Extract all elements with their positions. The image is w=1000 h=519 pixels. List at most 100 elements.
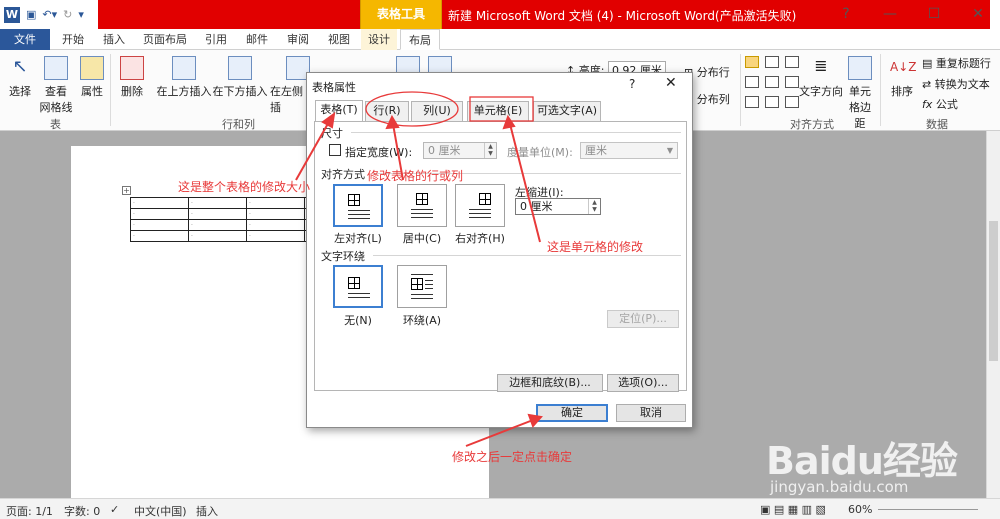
- insert-above-button[interactable]: 在上方插入: [156, 56, 212, 99]
- dialog-help-button[interactable]: ?: [629, 77, 635, 91]
- measure-unit-select[interactable]: 厘米 ▼: [580, 142, 678, 159]
- chevron-down-icon[interactable]: ▼: [663, 143, 677, 158]
- positioning-button[interactable]: 定位(P)...: [607, 310, 679, 328]
- text-direction-button[interactable]: ≣ 文字方向: [798, 56, 844, 99]
- sort-button[interactable]: A↓Z 排序: [886, 56, 918, 99]
- customize-qat-icon[interactable]: ▾: [78, 8, 84, 21]
- cell-margins-button[interactable]: 单元 格边距: [844, 56, 876, 131]
- align-bottom-center-button[interactable]: [765, 96, 779, 108]
- indent-value: 0 厘米: [520, 200, 553, 213]
- table-cell[interactable]: .: [246, 219, 305, 231]
- group-separator: [110, 54, 111, 126]
- align-middle-right-button[interactable]: [785, 76, 799, 88]
- dialog-close-button[interactable]: ✕: [665, 75, 677, 91]
- align-bottom-left-button[interactable]: [745, 96, 759, 108]
- indent-input[interactable]: 0 厘米 ▲ ▼: [515, 198, 601, 215]
- gridlines-label-1: 查看: [45, 85, 67, 98]
- table-cell[interactable]: .: [130, 197, 189, 209]
- table-cell[interactable]: .: [246, 230, 305, 242]
- align-left-option[interactable]: [333, 184, 383, 227]
- proofing-icon[interactable]: ✓: [110, 503, 119, 516]
- vertical-scrollbar[interactable]: [986, 131, 1000, 498]
- align-center-label: 居中(C): [402, 232, 442, 245]
- cancel-button[interactable]: 取消: [616, 404, 686, 422]
- help-button[interactable]: ?: [824, 0, 868, 29]
- table-cell[interactable]: .: [130, 230, 189, 242]
- spin-arrows-icon[interactable]: ▲ ▼: [588, 199, 600, 214]
- view-buttons[interactable]: ▣ ▤ ▦ ▥ ▧: [760, 503, 826, 516]
- group-label-alignment: 对齐方式: [790, 118, 834, 131]
- insert-mode[interactable]: 插入: [196, 503, 218, 519]
- tab-view[interactable]: 视图: [321, 29, 357, 50]
- repeat-header-button[interactable]: ▤ 重复标题行: [922, 55, 991, 71]
- options-button[interactable]: 选项(O)...: [607, 374, 679, 392]
- save-icon[interactable]: ▣: [26, 8, 36, 21]
- wrap-around-option[interactable]: [397, 265, 447, 308]
- tab-row[interactable]: 行(R): [365, 101, 409, 121]
- tab-home[interactable]: 开始: [55, 29, 91, 50]
- table-cell[interactable]: .: [188, 197, 247, 209]
- align-center-option[interactable]: [397, 184, 447, 227]
- width-input[interactable]: 0 厘米 ▲ ▼: [423, 142, 497, 159]
- insert-below-label: 在下方插入: [212, 85, 268, 98]
- select-button[interactable]: ↖ 选择: [4, 56, 36, 99]
- close-button[interactable]: ✕: [956, 0, 1000, 29]
- language[interactable]: 中文(中国): [134, 503, 187, 519]
- align-right-label: 右对齐(H): [455, 232, 505, 245]
- tab-layout[interactable]: 布局: [400, 29, 440, 50]
- delete-button[interactable]: 删除: [116, 56, 148, 99]
- page-count[interactable]: 页面: 1/1: [6, 503, 53, 519]
- tab-review[interactable]: 审阅: [280, 29, 316, 50]
- table-cell[interactable]: .: [130, 208, 189, 220]
- tab-design[interactable]: 设计: [361, 29, 397, 50]
- table-move-handle-icon[interactable]: +: [122, 186, 131, 195]
- measure-unit-label: 度量单位(M):: [507, 146, 573, 159]
- tab-mailings[interactable]: 邮件: [239, 29, 275, 50]
- word-logo-icon[interactable]: W: [4, 6, 20, 23]
- align-bottom-right-button[interactable]: [785, 96, 799, 108]
- align-top-left-button[interactable]: [745, 56, 759, 68]
- zoom-slider[interactable]: [878, 509, 978, 510]
- group-label-rows-cols: 行和列: [222, 118, 255, 131]
- align-middle-left-button[interactable]: [745, 76, 759, 88]
- preferred-width-checkbox[interactable]: [329, 144, 341, 156]
- view-gridlines-button[interactable]: 查看 网格线: [38, 56, 74, 115]
- minimize-button[interactable]: —: [868, 0, 912, 29]
- redo-icon[interactable]: ↻: [63, 8, 72, 21]
- properties-button[interactable]: 属性: [78, 56, 106, 99]
- formula-button[interactable]: fx 公式: [922, 96, 958, 112]
- select-label: 选择: [9, 85, 31, 98]
- tab-alt-text[interactable]: 可选文字(A): [533, 101, 601, 121]
- table-cell[interactable]: .: [246, 197, 305, 209]
- align-top-right-button[interactable]: [785, 56, 799, 68]
- word-count[interactable]: 字数: 0: [64, 503, 100, 519]
- table-cell[interactable]: .: [246, 208, 305, 220]
- repeat-header-label: 重复标题行: [935, 57, 991, 70]
- tab-page-layout[interactable]: 页面布局: [137, 29, 193, 50]
- ok-button[interactable]: 确定: [536, 404, 608, 422]
- convert-to-text-button[interactable]: ⇄ 转换为文本: [922, 76, 990, 92]
- tab-references[interactable]: 引用: [198, 29, 234, 50]
- table-cell[interactable]: .: [188, 230, 247, 242]
- insert-below-button[interactable]: 在下方插入: [212, 56, 268, 99]
- tab-column[interactable]: 列(U): [411, 101, 463, 121]
- align-middle-center-button[interactable]: [765, 76, 779, 88]
- table-cell[interactable]: .: [188, 219, 247, 231]
- tab-cell[interactable]: 单元格(E): [467, 101, 529, 121]
- align-top-center-button[interactable]: [765, 56, 779, 68]
- undo-icon[interactable]: ↶▾: [42, 8, 57, 21]
- align-right-option[interactable]: [455, 184, 505, 227]
- tab-file[interactable]: 文件: [0, 29, 50, 50]
- scrollbar-thumb[interactable]: [989, 221, 998, 361]
- tab-insert[interactable]: 插入: [96, 29, 132, 50]
- table-cell[interactable]: .: [130, 219, 189, 231]
- wrap-none-option[interactable]: [333, 265, 383, 308]
- group-separator: [880, 54, 881, 126]
- restore-button[interactable]: ☐: [912, 0, 956, 29]
- tab-table[interactable]: 表格(T): [315, 100, 363, 122]
- zoom-level[interactable]: 60%: [848, 503, 872, 516]
- spin-arrows-icon[interactable]: ▲ ▼: [484, 143, 496, 158]
- borders-shading-button[interactable]: 边框和底纹(B)...: [497, 374, 603, 392]
- table-cell[interactable]: .: [188, 208, 247, 220]
- insert-left-button[interactable]: 在左侧插: [270, 56, 310, 115]
